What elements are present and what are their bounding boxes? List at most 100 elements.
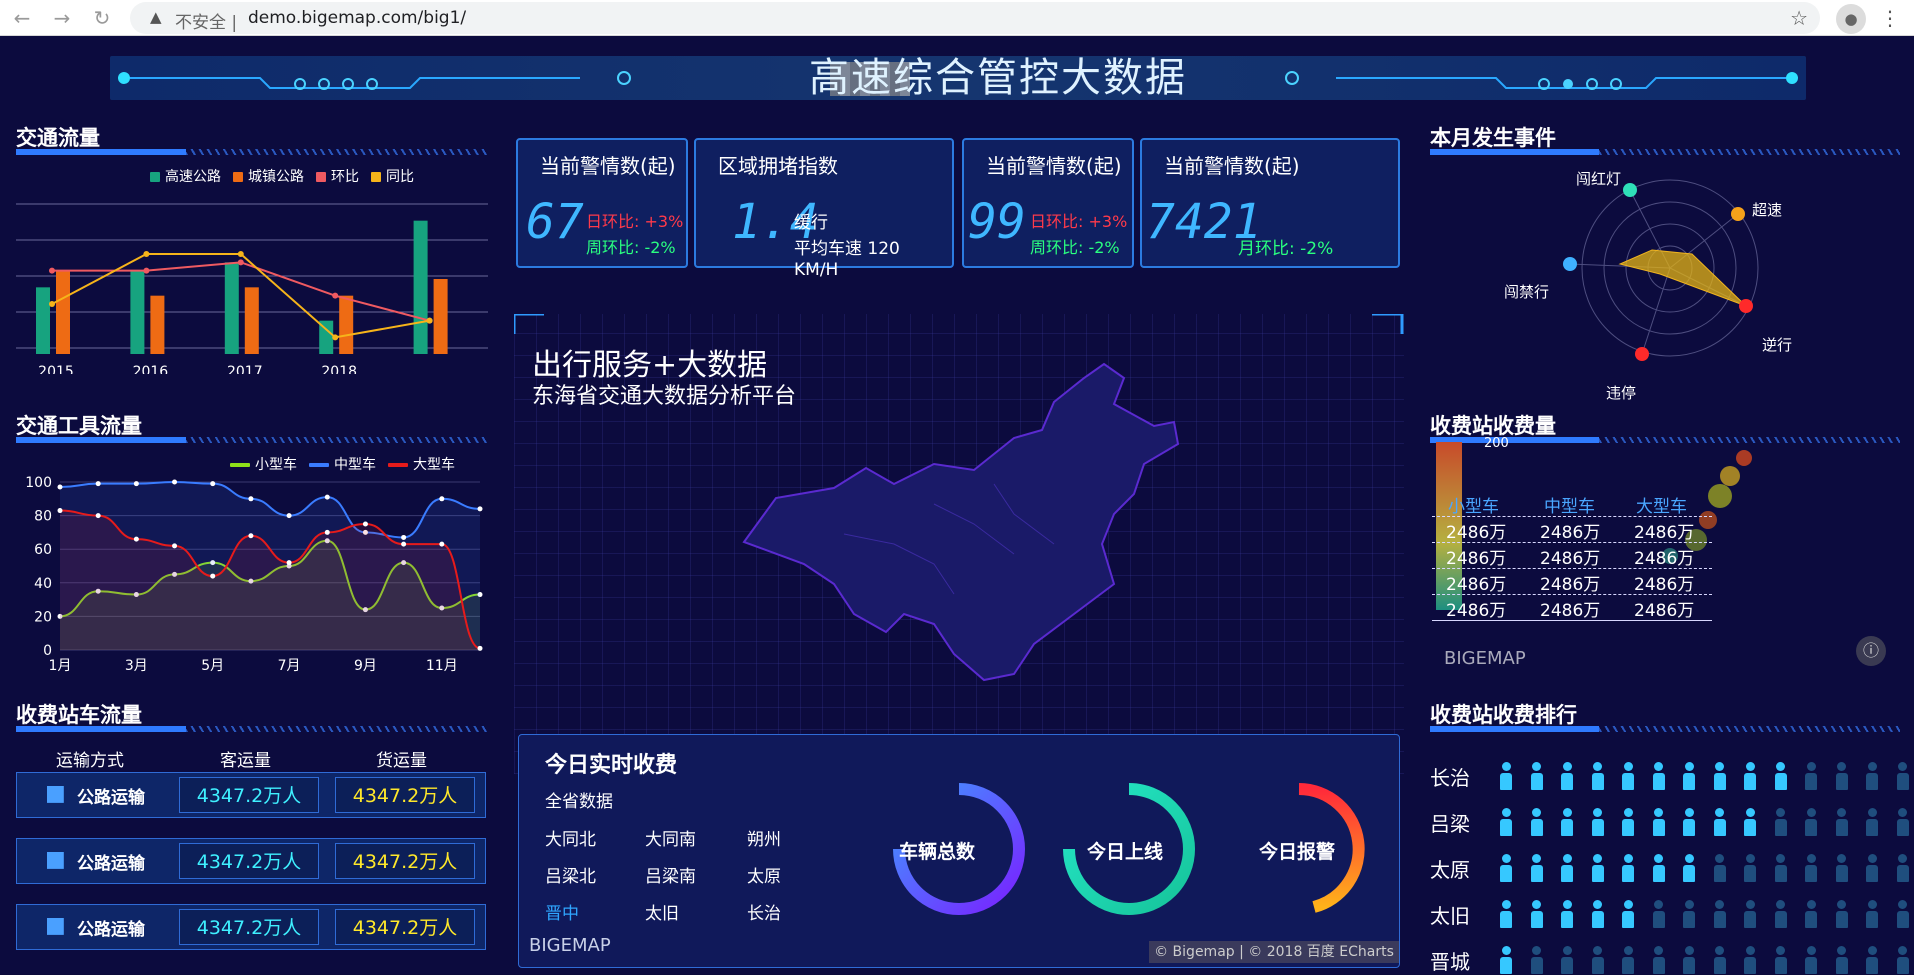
toll-passenger-cell: 4347.2万人 — [179, 843, 319, 879]
city-link[interactable]: 吕梁南 — [645, 862, 696, 887]
vehicle-section-title: 交通工具流量 — [16, 414, 142, 438]
rank-station: 太原 — [1430, 858, 1470, 882]
toll-passenger-cell: 4347.2万人 — [179, 777, 319, 813]
card-day-ratio: 日环比: +3% — [1030, 212, 1128, 231]
point — [172, 479, 178, 485]
traffic-section-title: 交通流量 — [16, 126, 100, 150]
person-icon — [1530, 808, 1543, 836]
forward-icon[interactable]: → — [48, 4, 76, 32]
person-icon — [1652, 808, 1665, 836]
address-bar[interactable]: ▲ 不安全 | demo.bigemap.com/big1/ ☆ — [130, 2, 1820, 34]
person-icon — [1530, 854, 1543, 882]
person-icon — [1683, 854, 1695, 882]
y-tick: 100 — [25, 475, 52, 491]
legend-item[interactable]: 高速公路 — [150, 169, 221, 185]
person-icon — [1805, 762, 1817, 790]
legend-item[interactable]: 同比 — [371, 169, 414, 185]
person-icon — [1591, 900, 1604, 928]
card-status: 缓行 — [794, 213, 828, 233]
reload-icon[interactable]: ↻ — [88, 4, 116, 32]
bigemap-logo: BIGEMAP — [529, 935, 611, 956]
person-icon — [1530, 900, 1543, 928]
person-icon — [1805, 808, 1817, 836]
toll-row: ■ 公路运输 4347.2万人 4347.2万人 — [16, 904, 486, 950]
legend-item[interactable]: 城镇公路 — [233, 169, 304, 185]
map-area[interactable]: 出行服务+大数据 东海省交通大数据分析平台 — [514, 314, 1404, 774]
person-icon — [1774, 900, 1787, 928]
bar-town — [244, 287, 259, 354]
city-link[interactable]: 大同北 — [545, 825, 596, 850]
x-tick: 2016 — [133, 364, 169, 374]
card-month-ratio: 月环比: -2% — [1238, 239, 1334, 259]
insecure-label: 不安全 | — [175, 13, 238, 33]
x-tick: 2017 — [227, 364, 263, 374]
person-icon — [1713, 762, 1726, 790]
city-link[interactable]: 吕梁北 — [545, 862, 596, 887]
city-link[interactable]: 长治 — [747, 899, 781, 924]
section-divider — [1430, 149, 1900, 155]
alert-card: 当前警情数(起) 67 日环比: +3% 周环比: -2% — [516, 138, 688, 268]
browser-toolbar: ← → ↻ ▲ 不安全 | demo.bigemap.com/big1/ ☆ ●… — [0, 0, 1914, 36]
collect-header: 小型车 — [1448, 497, 1499, 517]
point — [210, 481, 216, 487]
city-link[interactable]: 太原 — [747, 862, 781, 887]
info-icon[interactable]: ⓘ — [1856, 636, 1886, 666]
page-title: 高速综合管控大数据 — [809, 55, 1187, 101]
url-text[interactable]: demo.bigemap.com/big1/ — [248, 8, 466, 28]
person-icon — [1622, 808, 1634, 836]
card-week-ratio: 周环比: -2% — [586, 238, 676, 257]
city-link[interactable]: 大同南 — [645, 825, 696, 850]
point — [477, 645, 483, 651]
point — [439, 496, 445, 502]
person-icon — [1713, 854, 1726, 882]
person-icon — [1896, 900, 1909, 928]
point — [332, 334, 339, 341]
row-divider — [1432, 542, 1712, 543]
scale-top: 200 — [1484, 436, 1509, 451]
y-tick: 20 — [34, 609, 52, 625]
radar-label: 逆行 — [1762, 336, 1793, 354]
bookmark-star-icon[interactable]: ☆ — [1790, 6, 1808, 30]
y-tick: 60 — [34, 542, 52, 558]
city-link[interactable]: 太旧 — [645, 899, 679, 924]
bar-town — [150, 295, 165, 354]
person-icon — [1744, 808, 1756, 836]
legend-item[interactable]: 环比 — [316, 169, 359, 185]
toll-type: 公路运输 — [77, 854, 145, 874]
point — [210, 573, 216, 579]
person-icon — [1835, 808, 1848, 836]
collect-header: 大型车 — [1636, 497, 1687, 517]
point — [477, 506, 483, 512]
dashboard: 高速综合管控大数据 交通流量 高速公路 城镇公路 环比 同比 2015 2016 2017… — [0, 36, 1914, 974]
truck-icon: ■ — [45, 781, 66, 806]
person-icon — [1500, 854, 1512, 882]
person-icon — [1591, 808, 1604, 836]
section-divider — [16, 726, 488, 732]
person-icon — [1683, 900, 1695, 928]
legend-label: 高速公路 — [165, 169, 221, 185]
collect-cell: 2486万 — [1540, 575, 1601, 595]
legend-swatch — [233, 172, 243, 182]
person-icon — [1774, 808, 1787, 836]
menu-kebab-icon[interactable]: ⋮ — [1880, 4, 1900, 32]
toll-row: ■ 公路运输 4347.2万人 4347.2万人 — [16, 772, 486, 818]
x-tick: 1月 — [49, 658, 72, 674]
profile-avatar[interactable]: ● — [1836, 4, 1866, 34]
point — [237, 259, 244, 266]
collect-cell: 2486万 — [1446, 523, 1507, 543]
city-link[interactable]: 朔州 — [747, 825, 781, 850]
toll-header-type: 运输方式 — [56, 751, 124, 771]
person-icon — [1561, 808, 1573, 836]
bar-town — [339, 295, 354, 354]
person-icon — [1652, 900, 1665, 928]
person-icon — [1591, 762, 1604, 790]
traffic-bar-chart: 2015 2016 2017 2018 — [16, 203, 488, 374]
city-link-active[interactable]: 晋中 — [545, 899, 579, 924]
person-icon — [1683, 946, 1695, 974]
back-icon[interactable]: ← — [8, 4, 36, 32]
events-section-title: 本月发生事件 — [1430, 126, 1556, 150]
collect-cell: 2486万 — [1446, 549, 1507, 569]
toll-cargo-cell: 4347.2万人 — [335, 909, 475, 945]
map-copyright[interactable]: © Bigemap | © 2018 百度 ECharts — [1149, 941, 1399, 963]
card-title: 当前警情数(起) — [540, 154, 676, 178]
